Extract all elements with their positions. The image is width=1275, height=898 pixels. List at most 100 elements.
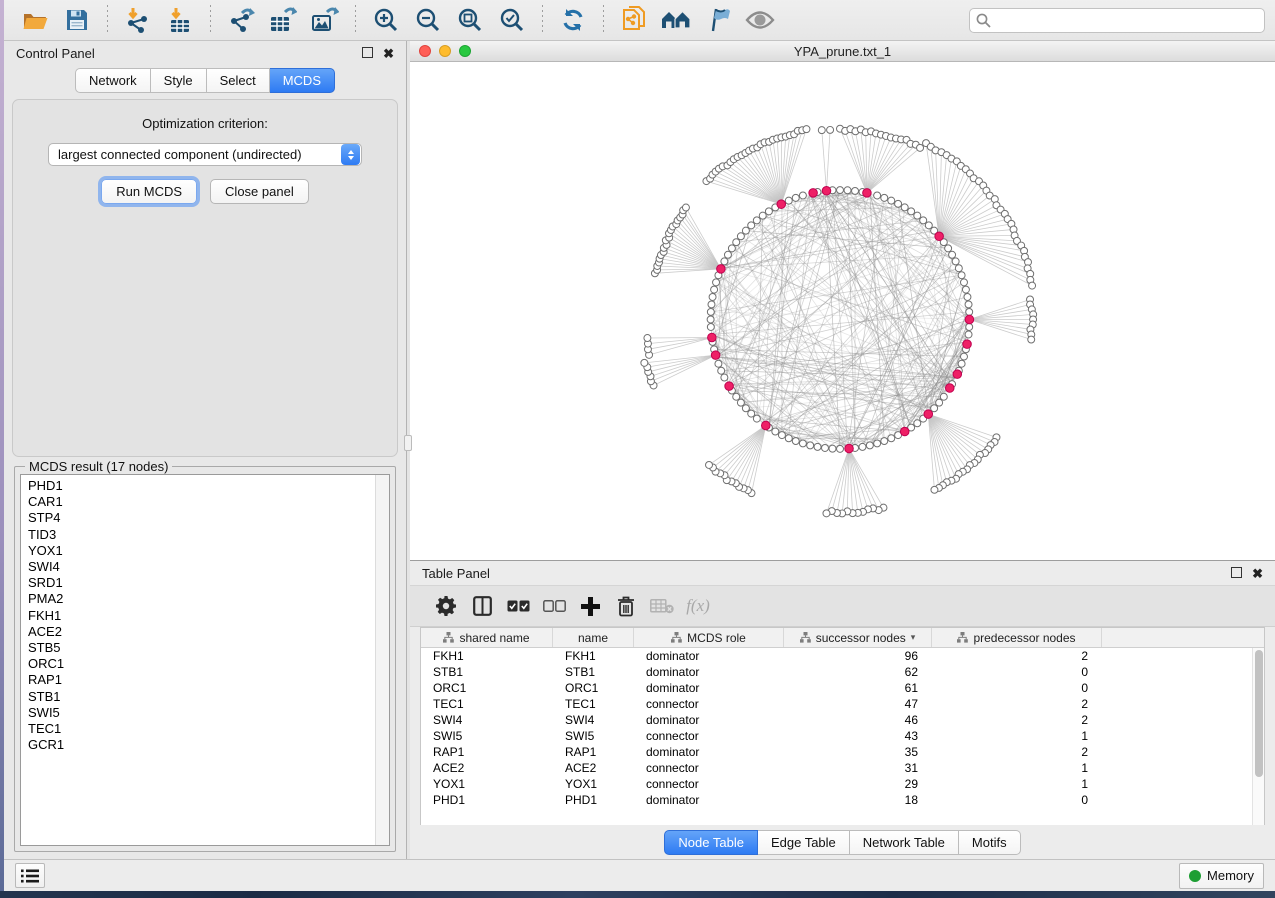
run-mcds-button[interactable]: Run MCDS <box>101 179 197 204</box>
panel-splitter[interactable] <box>406 41 410 859</box>
network-canvas[interactable] <box>410 62 1275 560</box>
cell-name[interactable]: SWI5 <box>553 728 634 744</box>
cell-predecessor-nodes[interactable]: 2 <box>932 648 1102 664</box>
tab-mcds[interactable]: MCDS <box>270 68 335 93</box>
cell-MCDS-role[interactable]: dominator <box>634 664 784 680</box>
task-history-button[interactable] <box>15 863 45 888</box>
export-network-button[interactable] <box>226 5 256 35</box>
mcds-result-item[interactable]: SWI4 <box>28 559 375 575</box>
deselect-all-button[interactable] <box>536 591 572 621</box>
search-input[interactable] <box>996 13 1258 28</box>
mcds-result-item[interactable]: ORC1 <box>28 656 375 672</box>
hide-graphics-button[interactable] <box>703 5 733 35</box>
add-column-button[interactable] <box>572 591 608 621</box>
cell-shared-name[interactable]: ACE2 <box>421 760 553 776</box>
cell-predecessor-nodes[interactable]: 2 <box>932 744 1102 760</box>
float-panel-icon[interactable] <box>1231 567 1242 580</box>
cell-predecessor-nodes[interactable]: 2 <box>932 712 1102 728</box>
cell-shared-name[interactable]: SWI5 <box>421 728 553 744</box>
cell-shared-name[interactable]: ORC1 <box>421 680 553 696</box>
cell-successor-nodes[interactable]: 43 <box>784 728 932 744</box>
show-graphics-button[interactable] <box>745 5 775 35</box>
cell-successor-nodes[interactable]: 18 <box>784 792 932 808</box>
optimization-criterion-dropdown[interactable]: largest connected component (undirected) <box>48 143 362 166</box>
cell-predecessor-nodes[interactable]: 1 <box>932 728 1102 744</box>
cell-successor-nodes[interactable]: 29 <box>784 776 932 792</box>
cell-MCDS-role[interactable]: dominator <box>634 648 784 664</box>
cell-name[interactable]: ACE2 <box>553 760 634 776</box>
cell-MCDS-role[interactable]: dominator <box>634 712 784 728</box>
mcds-result-item[interactable]: STP4 <box>28 510 375 526</box>
cell-name[interactable]: PHD1 <box>553 792 634 808</box>
table-row[interactable]: YOX1YOX1connector291 <box>421 776 1264 792</box>
cell-successor-nodes[interactable]: 46 <box>784 712 932 728</box>
cell-successor-nodes[interactable]: 62 <box>784 664 932 680</box>
memory-button[interactable]: Memory <box>1179 863 1264 889</box>
cell-successor-nodes[interactable]: 31 <box>784 760 932 776</box>
cell-predecessor-nodes[interactable]: 2 <box>932 696 1102 712</box>
mcds-result-item[interactable]: PMA2 <box>28 591 375 607</box>
cell-shared-name[interactable]: FKH1 <box>421 648 553 664</box>
maximize-window-icon[interactable] <box>459 45 471 57</box>
refresh-button[interactable] <box>558 5 588 35</box>
cell-shared-name[interactable]: TEC1 <box>421 696 553 712</box>
cell-shared-name[interactable]: PHD1 <box>421 792 553 808</box>
import-network-button[interactable] <box>123 5 153 35</box>
export-table-button[interactable] <box>268 5 298 35</box>
minimize-window-icon[interactable] <box>439 45 451 57</box>
network-from-clipboard-button[interactable] <box>619 5 649 35</box>
splitter-handle[interactable] <box>404 435 412 451</box>
column-header-MCDS-role[interactable]: MCDS role <box>634 628 784 647</box>
cell-name[interactable]: SWI4 <box>553 712 634 728</box>
cell-shared-name[interactable]: RAP1 <box>421 744 553 760</box>
table-scrollbar-thumb[interactable] <box>1255 650 1263 777</box>
cell-name[interactable]: YOX1 <box>553 776 634 792</box>
cell-shared-name[interactable]: STB1 <box>421 664 553 680</box>
cell-shared-name[interactable]: SWI4 <box>421 712 553 728</box>
search-box[interactable] <box>969 8 1265 33</box>
cell-predecessor-nodes[interactable]: 0 <box>932 792 1102 808</box>
table-settings-button[interactable] <box>428 591 464 621</box>
export-image-button[interactable] <box>310 5 340 35</box>
table-row[interactable]: SWI4SWI4dominator462 <box>421 712 1264 728</box>
mcds-result-item[interactable]: SRD1 <box>28 575 375 591</box>
cell-MCDS-role[interactable]: dominator <box>634 792 784 808</box>
table-row[interactable]: ORC1ORC1dominator610 <box>421 680 1264 696</box>
column-header-shared-name[interactable]: shared name <box>421 628 553 647</box>
cell-MCDS-role[interactable]: connector <box>634 776 784 792</box>
cell-predecessor-nodes[interactable]: 0 <box>932 680 1102 696</box>
column-header-successor-nodes[interactable]: successor nodes▾ <box>784 628 932 647</box>
tab-motifs[interactable]: Motifs <box>959 830 1021 855</box>
table-scrollbar[interactable] <box>1252 648 1264 825</box>
mcds-result-item[interactable]: CAR1 <box>28 494 375 510</box>
cell-shared-name[interactable]: YOX1 <box>421 776 553 792</box>
column-header-name[interactable]: name <box>553 628 634 647</box>
mcds-result-list[interactable]: PHD1CAR1STP4TID3YOX1SWI4SRD1PMA2FKH1ACE2… <box>20 474 390 846</box>
mcds-result-item[interactable]: FKH1 <box>28 608 375 624</box>
tab-edge-table[interactable]: Edge Table <box>758 830 850 855</box>
mcds-result-item[interactable]: PHD1 <box>28 478 375 494</box>
delete-column-button[interactable] <box>608 591 644 621</box>
float-panel-icon[interactable] <box>362 47 373 60</box>
mcds-result-item[interactable]: SWI5 <box>28 705 375 721</box>
cell-predecessor-nodes[interactable]: 0 <box>932 664 1102 680</box>
zoom-in-button[interactable] <box>371 5 401 35</box>
cell-MCDS-role[interactable]: dominator <box>634 680 784 696</box>
network-window-titlebar[interactable]: YPA_prune.txt_1 <box>410 41 1275 62</box>
table-row[interactable]: STB1STB1dominator620 <box>421 664 1264 680</box>
mcds-result-item[interactable]: GCR1 <box>28 737 375 753</box>
table-row[interactable]: PHD1PHD1dominator180 <box>421 792 1264 808</box>
zoom-fit-button[interactable] <box>455 5 485 35</box>
cell-name[interactable]: TEC1 <box>553 696 634 712</box>
tab-style[interactable]: Style <box>151 68 207 93</box>
save-session-button[interactable] <box>62 5 92 35</box>
network-graph[interactable] <box>410 62 1275 560</box>
cell-MCDS-role[interactable]: dominator <box>634 744 784 760</box>
cell-predecessor-nodes[interactable]: 1 <box>932 776 1102 792</box>
tab-network[interactable]: Network <box>75 68 151 93</box>
mcds-list-scrollbar[interactable] <box>375 475 389 845</box>
mcds-result-item[interactable]: TID3 <box>28 527 375 543</box>
mcds-result-item[interactable]: STB1 <box>28 689 375 705</box>
cell-successor-nodes[interactable]: 96 <box>784 648 932 664</box>
zoom-out-button[interactable] <box>413 5 443 35</box>
